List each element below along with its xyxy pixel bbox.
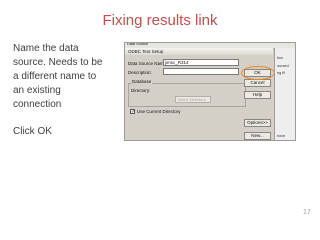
- options-button[interactable]: Options>>: [244, 119, 271, 127]
- slide-title: Fixing results link: [102, 12, 218, 29]
- odbc-dialog-screenshot: Data Source ODBC Text Setup Data Source …: [124, 42, 296, 141]
- directory-label: Directory:: [131, 88, 151, 93]
- body-line: source. Needs to be: [13, 57, 103, 68]
- use-current-directory-checkbox[interactable]: ✓: [130, 109, 135, 115]
- body-line: connection: [13, 99, 62, 110]
- data-source-name-label: Data Source Name:: [128, 61, 168, 66]
- dialog-title: ODBC Text Setup: [125, 48, 273, 55]
- fragment-text: ng fil: [277, 71, 286, 75]
- description-label: Description:: [128, 70, 152, 75]
- page-number: 17: [303, 209, 311, 216]
- fragment-text: tion: [277, 56, 284, 60]
- description-field[interactable]: [163, 68, 239, 75]
- ok-highlight-circle: [241, 66, 275, 80]
- help-button[interactable]: Help: [244, 91, 271, 99]
- select-directory-button[interactable]: Select Directory...: [175, 96, 211, 103]
- use-current-directory-label: Use Current Directory: [137, 109, 181, 114]
- new-button[interactable]: New...: [244, 132, 271, 140]
- body-line: an existing: [13, 85, 61, 96]
- body-line: Name the data: [13, 43, 79, 54]
- background-window-fragment: tion oursed ng fil nove: [274, 48, 295, 140]
- body-line: a different name to: [13, 71, 97, 82]
- slide-body-text: Name the data source. Needs to be a diff…: [13, 42, 115, 139]
- data-source-name-field[interactable]: jimsc_R314: [163, 59, 239, 66]
- database-group: [128, 83, 246, 107]
- database-group-label: Database: [131, 79, 153, 84]
- instruction-text: Click OK: [13, 126, 52, 137]
- fragment-text: nove: [277, 134, 286, 138]
- top-label: Data Source: [127, 42, 149, 46]
- fragment-text: oursed: [277, 64, 289, 68]
- cancel-button[interactable]: Cancel: [244, 79, 271, 87]
